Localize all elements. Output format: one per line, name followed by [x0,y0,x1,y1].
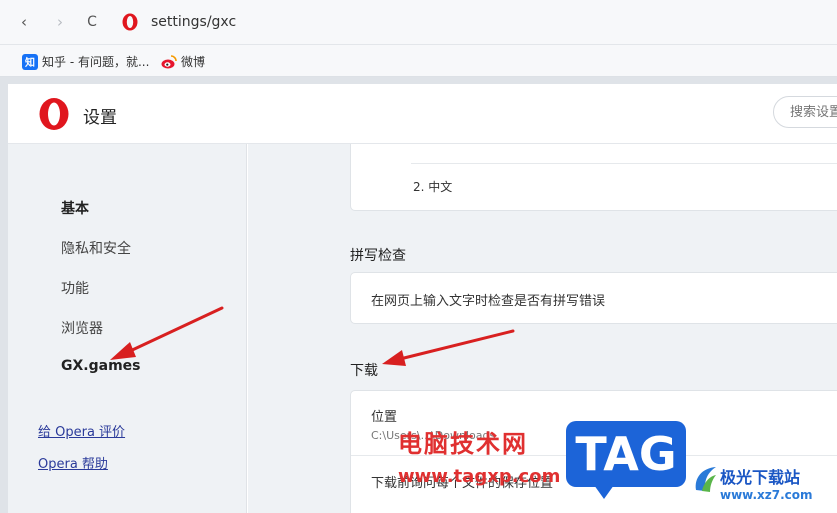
sidebar-item-basic[interactable]: 基本 [61,198,89,218]
divider [411,163,837,164]
bookmark-weibo[interactable]: 微博 [161,53,205,70]
sidebar-item-browser[interactable]: 浏览器 [61,318,103,338]
watermark-site-url: www.xz7.com [720,488,813,502]
download-title: 下载 [350,363,378,379]
opera-help-link[interactable]: Opera 帮助 [38,453,108,472]
sidebar-item-features[interactable]: 功能 [61,278,89,298]
sidebar-item-gx-games[interactable]: GX.games [61,358,141,374]
spellcheck-option: 在网页上输入文字时检查是否有拼写错误 [371,294,606,309]
bookmark-zhihu[interactable]: 知 知乎 - 有问题，就... [22,53,149,70]
sidebar-item-privacy[interactable]: 隐私和安全 [61,238,131,258]
sidebar: 基本 隐私和安全 功能 浏览器 GX.games 给 Opera 评价 Oper… [8,144,247,513]
reload-button[interactable]: C [82,12,102,32]
site-logo-icon [695,467,716,492]
chevron-right-icon: › [57,13,63,31]
page-title: 设置 [83,108,117,128]
zhihu-icon: 知 [22,53,38,70]
chevron-left-icon: ‹ [21,13,27,31]
settings-header: 设置 [8,84,837,144]
forward-button[interactable]: › [50,12,70,32]
watermark-site: 极光下载站 www.xz7.com [690,460,837,513]
language-card: 2. 中文 [350,144,837,211]
url-input[interactable]: settings/gxc [151,14,236,30]
opera-logo-icon [39,98,69,130]
settings-content: 2. 中文 拼写检查 在网页上输入文字时检查是否有拼写错误 下载 位置 C:\U… [248,144,837,513]
watermark-brand-text: 电脑技术网 [398,430,528,458]
watermark-tag-logo: TAG [566,421,686,499]
bookmarks-bar: 知 知乎 - 有问题，就... 微博 [0,45,837,77]
watermark-brand-url: www.tagxp.com [398,466,561,487]
address-bar: ‹ › C settings/gxc [0,0,837,45]
opera-icon [122,13,138,31]
language-item[interactable]: 2. 中文 [413,178,452,195]
search-settings-input[interactable] [773,96,837,128]
watermark-site-name: 极光下载站 [720,468,801,487]
back-button[interactable]: ‹ [14,12,34,32]
weibo-icon [161,54,177,68]
download-location-label: 位置 [371,410,398,425]
reload-icon: C [87,14,97,30]
spellcheck-title: 拼写检查 [350,248,406,264]
rate-opera-link[interactable]: 给 Opera 评价 [38,421,125,440]
spellcheck-card[interactable]: 在网页上输入文字时检查是否有拼写错误 [350,272,837,324]
bookmark-label: 微博 [181,55,206,69]
bookmark-label: 知乎 - 有问题，就... [42,55,150,69]
